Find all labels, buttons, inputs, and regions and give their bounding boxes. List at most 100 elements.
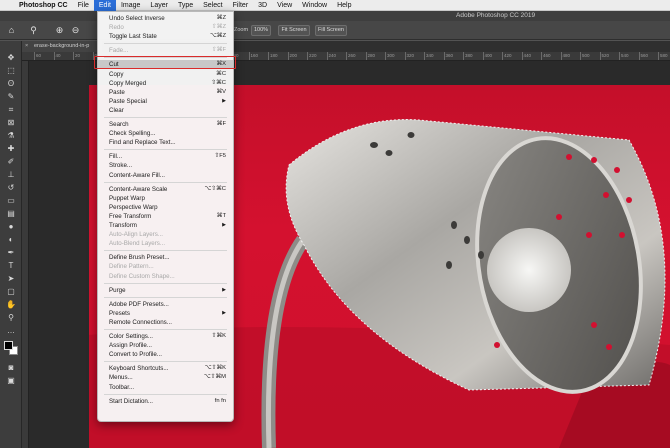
menu-separator [104, 181, 227, 183]
zoom-tool-icon[interactable]: ⚲ [4, 313, 18, 323]
menu-item-paste-special[interactable]: Paste Special ▶ [98, 97, 233, 106]
menu-filter[interactable]: Filter [228, 0, 254, 11]
apple-menu-icon[interactable] [0, 0, 14, 11]
menu-edit[interactable]: Edit [93, 0, 116, 11]
menu-item-color-settings[interactable]: Color Settings... ⇧⌘K [98, 332, 233, 341]
menu-item-fill[interactable]: Fill... ⇧F5 [98, 152, 233, 161]
menu-item-content-aware-fill[interactable]: Content-Aware Fill... [98, 171, 233, 180]
menu-item-undo-select-inverse[interactable]: Undo Select Inverse ⌘Z [98, 14, 233, 23]
menu-item-label: Copy [109, 70, 124, 78]
menu-help[interactable]: Help [332, 0, 356, 11]
menu-select[interactable]: Select [198, 0, 227, 11]
zoom-tool-icon[interactable]: ⚲ [28, 25, 39, 36]
ruler-tick: 360 [443, 52, 453, 60]
fit-screen-button[interactable]: Fit Screen [278, 25, 310, 36]
menu-item-stroke[interactable]: Stroke... [98, 161, 233, 170]
ruler-tick: 340 [424, 52, 434, 60]
eyedropper-tool-icon[interactable]: ⚗ [4, 131, 18, 141]
marquee-tool-icon[interactable]: ⬚ [4, 66, 18, 76]
menu-item-keyboard-shortcuts[interactable]: Keyboard Shortcuts... ⌥⇧⌘K [98, 364, 233, 373]
type-tool-icon[interactable]: T [4, 261, 18, 271]
menu-item-purge[interactable]: Purge ▶ [98, 286, 233, 295]
lasso-tool-icon[interactable]: ʘ [4, 79, 18, 89]
menu-item-adobe-pdf-presets[interactable]: Adobe PDF Presets... [98, 300, 233, 309]
menu-item-label: Toggle Last State [109, 33, 157, 41]
menu-item-label: Redo [109, 24, 124, 32]
menu-item-find-and-replace-text[interactable]: Find and Replace Text... [98, 138, 233, 147]
close-tab-icon[interactable]: × [25, 41, 28, 52]
menu-item-start-dictation[interactable]: Start Dictation... fn fn [98, 397, 233, 406]
shape-tool-icon[interactable]: ▢ [4, 287, 18, 297]
path-select-tool-icon[interactable]: ➤ [4, 274, 18, 284]
menu-item-transform[interactable]: Transform ▶ [98, 221, 233, 230]
menu-item-define-pattern: Define Pattern... [98, 262, 233, 271]
fill-screen-button[interactable]: Fill Screen [315, 25, 347, 36]
menu-item-copy[interactable]: Copy ⌘C [98, 70, 233, 79]
menu-item-menus[interactable]: Menus... ⌥⇧⌘M [98, 373, 233, 382]
menu-item-auto-blend-layers: Auto-Blend Layers... [98, 239, 233, 248]
frame-tool-icon[interactable]: ⊠ [4, 118, 18, 128]
menu-item-define-brush-preset[interactable]: Define Brush Preset... [98, 253, 233, 262]
menu-item-label: Keyboard Shortcuts... [109, 365, 169, 373]
menu-type[interactable]: Type [173, 0, 198, 11]
stamp-tool-icon[interactable]: ⊥ [4, 170, 18, 180]
menu-layer[interactable]: Layer [145, 0, 173, 11]
menu-item-free-transform[interactable]: Free Transform ⌘T [98, 212, 233, 221]
vertical-ruler[interactable] [22, 61, 29, 448]
menu-file[interactable]: File [73, 0, 94, 11]
menu-item-content-aware-scale[interactable]: Content-Aware Scale ⌥⇧⌘C [98, 185, 233, 194]
eraser-tool-icon[interactable]: ▭ [4, 196, 18, 206]
more-tools-icon[interactable]: … [4, 326, 18, 336]
pen-tool-icon[interactable]: ✒ [4, 248, 18, 258]
menu-item-label: Undo Select Inverse [109, 15, 165, 22]
menu-item-label: Remote Connections... [109, 318, 172, 326]
menu-3d[interactable]: 3D [253, 0, 272, 11]
history-brush-tool-icon[interactable]: ↺ [4, 183, 18, 193]
zoom-in-icon[interactable]: ⊕ [54, 25, 65, 36]
foreground-color-swatch[interactable] [4, 341, 13, 350]
menu-item-convert-to-profile[interactable]: Convert to Profile... [98, 350, 233, 359]
menu-item-puppet-warp[interactable]: Puppet Warp [98, 194, 233, 203]
menu-item-perspective-warp[interactable]: Perspective Warp [98, 203, 233, 212]
app-menu-photoshop[interactable]: Photoshop CC [14, 0, 73, 11]
menu-window[interactable]: Window [297, 0, 332, 11]
move-tool-icon[interactable]: ✥ [4, 53, 18, 63]
menu-item-presets[interactable]: Presets ▶ [98, 309, 233, 318]
crop-tool-icon[interactable]: ⌗ [4, 105, 18, 115]
menu-item-remote-connections[interactable]: Remote Connections... [98, 318, 233, 327]
home-icon[interactable]: ⌂ [6, 25, 17, 36]
menu-item-label: Menus... [109, 374, 133, 382]
menu-item-toolbar[interactable]: Toolbar... [98, 383, 233, 392]
menu-item-copy-merged[interactable]: Copy Merged ⇧⌘C [98, 79, 233, 88]
menu-item-define-custom-shape: Define Custom Shape... [98, 272, 233, 281]
menu-item-shortcut: ⇧⌘F [211, 47, 226, 54]
quick-mask-icon[interactable]: ◙ [4, 363, 18, 373]
ruler-tick: 500 [580, 52, 590, 60]
gradient-tool-icon[interactable]: ▤ [4, 209, 18, 219]
dodge-tool-icon[interactable]: ◐ [4, 235, 18, 245]
brush-tool-icon[interactable]: ✐ [4, 157, 18, 167]
menu-item-label: Color Settings... [109, 333, 154, 340]
ruler-tick: 280 [365, 52, 375, 60]
ruler-tick: 160 [248, 52, 258, 60]
screen-mode-icon[interactable]: ▣ [4, 376, 18, 386]
menu-item-toggle-last-state[interactable]: Toggle Last State ⌥⌘Z [98, 32, 233, 41]
zoom-out-icon[interactable]: ⊖ [70, 25, 81, 36]
document-tab[interactable]: × erase-background-in-p [22, 41, 102, 52]
menu-item-shortcut: ⌥⌘Z [209, 33, 226, 40]
menu-image[interactable]: Image [116, 0, 145, 11]
menu-item-shortcut: ⇧⌘K [211, 333, 226, 339]
menu-item-assign-profile[interactable]: Assign Profile... [98, 341, 233, 350]
menu-item-paste[interactable]: Paste ⌘V [98, 88, 233, 97]
healing-tool-icon[interactable]: ✚ [4, 144, 18, 154]
menu-bar: Photoshop CC File Edit Image Layer Type … [0, 0, 670, 11]
zoom-100-button[interactable]: 100% [251, 25, 271, 36]
menu-item-check-spelling[interactable]: Check Spelling... [98, 129, 233, 138]
quick-select-tool-icon[interactable]: ✎ [4, 92, 18, 102]
hand-tool-icon[interactable]: ✋ [4, 300, 18, 310]
blur-tool-icon[interactable]: ● [4, 222, 18, 232]
ruler-tick: 20 [73, 52, 80, 60]
menu-item-clear[interactable]: Clear [98, 106, 233, 115]
menu-item-search[interactable]: Search ⌘F [98, 120, 233, 129]
menu-view[interactable]: View [272, 0, 297, 11]
